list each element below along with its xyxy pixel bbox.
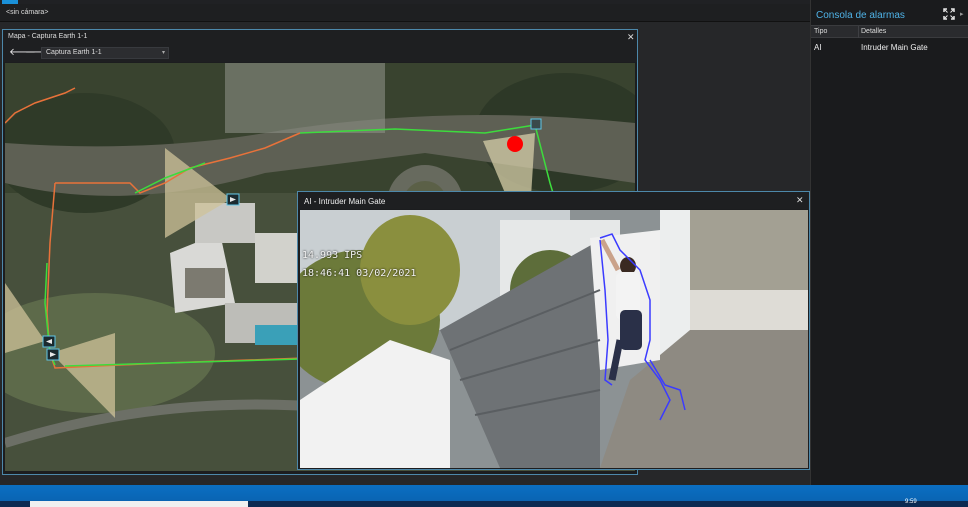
intruder-pants <box>620 310 642 350</box>
arrow-right-icon[interactable]: 🡒 <box>25 47 52 59</box>
map-window-titlebar[interactable]: Mapa - Captura Earth 1-1 ✕ <box>3 30 637 44</box>
column-divider[interactable] <box>858 26 859 38</box>
hillside <box>685 210 808 300</box>
column-details[interactable]: Detalles <box>861 28 886 35</box>
alarm-table-header: Tipo Detalles <box>811 25 968 38</box>
map-select[interactable]: Captura Earth 1-1 ▾ <box>41 47 169 59</box>
video-window-titlebar[interactable]: AI - Intruder Main Gate ✕ <box>298 192 809 209</box>
map-window-title: Mapa - Captura Earth 1-1 <box>8 33 88 40</box>
camera-icon[interactable] <box>226 193 240 206</box>
alarm-console-title: Consola de alarmas <box>816 10 905 21</box>
chevron-right-icon[interactable]: ▸ <box>960 10 964 18</box>
no-camera-label[interactable]: <sin cámara> <box>6 9 48 16</box>
video-window: AI - Intruder Main Gate ✕ 14.993 IPS 18:… <box>297 191 810 470</box>
video-window-title: AI - Intruder Main Gate <box>304 197 386 206</box>
taskbar-clock: 9:59 <box>905 499 917 505</box>
alarm-details: Intruder Main Gate <box>861 43 928 52</box>
alarm-row[interactable]: AI Intruder Main Gate <box>811 42 968 54</box>
video-frame <box>300 210 808 468</box>
taskbar-accent <box>0 485 968 501</box>
taskbar-search[interactable] <box>30 501 248 507</box>
alarm-type: AI <box>814 43 822 52</box>
low-wall <box>690 290 808 330</box>
chevron-down-icon: ▾ <box>161 50 165 56</box>
camera-strip: <sin cámara> <box>0 4 810 22</box>
camera-icon[interactable] <box>530 118 542 130</box>
close-icon[interactable]: ✕ <box>796 196 804 205</box>
timestamp-overlay: 18:46:41 03/02/2021 <box>302 268 417 279</box>
arrow-left-icon[interactable]: 🡐 <box>9 47 36 59</box>
video-feed[interactable]: 14.993 IPS 18:46:41 03/02/2021 <box>300 210 808 468</box>
fullscreen-icon[interactable] <box>943 8 955 20</box>
close-icon[interactable]: ✕ <box>627 33 635 42</box>
camera-icon[interactable] <box>46 348 60 361</box>
map-toolbar: 🡐 🡒 Captura Earth 1-1 ▾ <box>3 44 637 62</box>
column-type[interactable]: Tipo <box>814 28 827 35</box>
taskbar: 9:59 <box>0 499 968 507</box>
pool <box>255 325 300 345</box>
camera-icon[interactable] <box>42 335 56 348</box>
roof <box>185 268 225 298</box>
paved-area <box>225 63 385 133</box>
fps-overlay: 14.993 IPS <box>302 250 363 261</box>
alarm-marker[interactable] <box>507 136 523 152</box>
alarm-console: Consola de alarmas ▸ Tipo Detalles AI In… <box>810 0 968 485</box>
map-select-value: Captura Earth 1-1 <box>46 49 102 56</box>
